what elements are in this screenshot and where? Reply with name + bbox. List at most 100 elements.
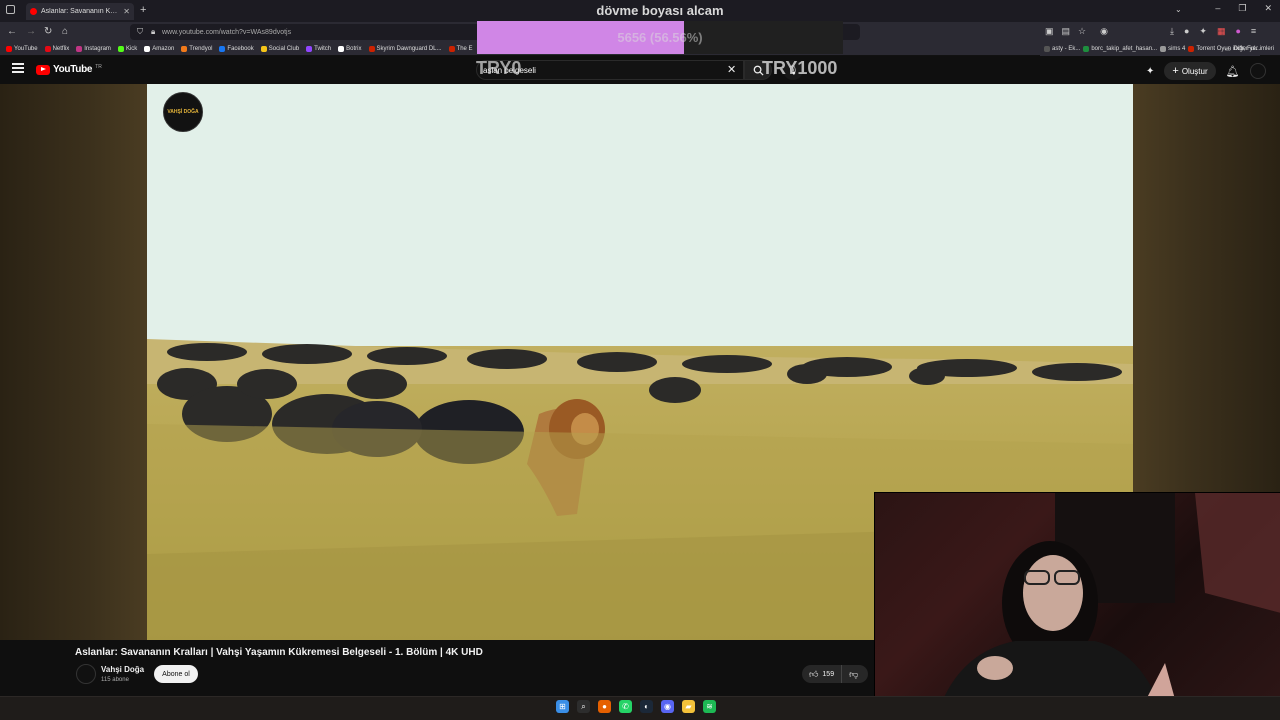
user-avatar[interactable] — [1249, 63, 1266, 79]
spotify-icon[interactable]: ≋ — [703, 700, 716, 713]
goal-start-amount: TRY0 — [476, 58, 522, 78]
streamer-webcam-image — [935, 493, 1280, 720]
close-window-icon[interactable]: ✕ — [1264, 3, 1272, 14]
picture-in-picture-icon[interactable]: ▣ — [1045, 26, 1054, 37]
bookmark-label: The E — [456, 45, 473, 52]
tab-close-icon[interactable]: ✕ — [123, 7, 130, 16]
forward-icon[interactable]: → — [26, 26, 36, 37]
restore-icon[interactable]: ❐ — [1238, 3, 1246, 14]
youtube-favicon-icon — [30, 8, 37, 15]
bookmark-label: YouTube — [14, 45, 38, 52]
bookmark-label: Social Club — [268, 45, 300, 52]
firefox-icon[interactable]: ● — [598, 700, 611, 713]
lock-icon[interactable]: 🔒︎ — [151, 27, 155, 37]
app-menu-icon[interactable]: ≡ — [1251, 26, 1256, 37]
bookmark-favicon-icon — [306, 45, 313, 52]
bookmark-label: Facebook — [227, 45, 254, 52]
whatsapp-icon[interactable]: ✆ — [619, 700, 632, 713]
youtube-play-icon — [36, 64, 50, 75]
url-bar-actions: ▣ ▤ ☆ ◉ — [1045, 26, 1108, 37]
channel-avatar[interactable] — [76, 664, 96, 684]
subscribe-button[interactable]: Abone ol — [154, 665, 198, 683]
screenshot-icon[interactable]: ◉ — [1100, 26, 1108, 37]
create-button[interactable]: + Oluştur — [1164, 62, 1216, 80]
tracking-shield-icon[interactable]: ⛉ — [137, 27, 143, 37]
reader-view-icon[interactable]: ▤ — [1062, 26, 1071, 37]
bookmark-11[interactable]: The E — [448, 45, 473, 52]
window-menu-icon[interactable] — [6, 5, 15, 14]
bookmark-favicon-icon — [338, 45, 345, 52]
bookmark-star-icon[interactable]: ☆ — [1078, 26, 1086, 37]
extensions-icon[interactable]: ✦ — [1199, 26, 1207, 37]
channel-name[interactable]: Vahşi Doğa — [101, 665, 144, 674]
reload-icon[interactable]: ↻ — [44, 26, 52, 37]
cast-icon[interactable]: ✦ — [1146, 66, 1154, 77]
bookmark-1[interactable]: Netflix — [44, 45, 69, 52]
bookmark-0[interactable]: YouTube — [6, 45, 38, 52]
like-count: 159 — [822, 670, 835, 678]
region-code: TR — [95, 64, 102, 70]
dislike-button[interactable]: 👎︎ — [842, 665, 865, 683]
youtube-logo[interactable]: YouTube TR — [36, 64, 102, 75]
bookmark-label: asty - Ek... — [1052, 46, 1081, 52]
bookmark-favicon-icon — [1160, 46, 1167, 52]
bookmark-right-1[interactable]: borc_takip_afet_hasan... — [1083, 46, 1157, 52]
bookmark-favicon-icon — [76, 45, 83, 52]
home-icon[interactable]: ⌂ — [62, 26, 68, 37]
new-tab-icon[interactable]: + — [140, 4, 146, 16]
bookmark-7[interactable]: Social Club — [260, 45, 300, 52]
bookmark-label: Instagram — [84, 45, 111, 52]
bookmark-label: Kick — [125, 45, 138, 52]
subscriber-count: 115 abone — [101, 677, 129, 683]
other-bookmarks[interactable]: ▭ Diğer yer imleri — [1225, 42, 1274, 56]
discord-icon[interactable]: ◉ — [661, 700, 674, 713]
bookmark-right-0[interactable]: asty - Ek... — [1044, 46, 1080, 52]
profile-icon[interactable]: ● — [1235, 26, 1240, 37]
bookmark-10[interactable]: Skyrim Dawnguard DL... — [368, 45, 442, 52]
ambient-right — [1133, 84, 1280, 494]
bookmark-favicon-icon — [1188, 46, 1195, 52]
bookmark-label: Trendyol — [189, 45, 213, 52]
ambient-left — [0, 84, 147, 640]
back-icon[interactable]: ← — [7, 26, 17, 37]
bookmark-favicon-icon — [6, 45, 12, 52]
extension-badge-icon[interactable]: ▦ — [1217, 26, 1226, 37]
bookmark-2[interactable]: Instagram — [76, 45, 111, 52]
tab-list-chevron-icon[interactable]: ⌄ — [1175, 5, 1182, 14]
bookmark-label: sims 4 — [1168, 46, 1186, 52]
minimize-icon[interactable]: – — [1215, 3, 1220, 14]
bookmark-favicon-icon — [219, 45, 226, 52]
tab-title: Aslanlar: Savananın Kralları | Va — [41, 8, 119, 15]
notifications-bell-icon[interactable]: 🔔︎ — [1226, 65, 1240, 78]
bookmark-favicon-icon — [1083, 46, 1090, 52]
hamburger-menu-icon[interactable] — [12, 63, 24, 73]
video-title: Aslanlar: Savananın Kralları | Vahşi Yaş… — [75, 647, 483, 658]
bookmark-4[interactable]: Amazon — [144, 45, 174, 52]
header-actions: ✦ + Oluştur 🔔︎ — [1146, 62, 1266, 80]
bookmark-6[interactable]: Facebook — [219, 45, 254, 52]
steam-icon[interactable]: ◐ — [640, 700, 653, 713]
goal-progress-text: 5656 (56.56%) — [617, 30, 703, 45]
goal-title: dövme boyası alcam — [596, 3, 724, 18]
bookmark-5[interactable]: Trendyol — [181, 45, 213, 52]
browser-tab[interactable]: Aslanlar: Savananın Kralları | Va ✕ — [26, 3, 134, 20]
bookmark-8[interactable]: Twitch — [306, 45, 332, 52]
search-icon[interactable]: ⌕ — [577, 700, 590, 713]
bookmark-3[interactable]: Kick — [117, 45, 138, 52]
clear-search-icon[interactable]: ✕ — [727, 63, 736, 76]
bookmark-label: borc_takip_afet_hasan... — [1091, 46, 1158, 52]
account-icon[interactable]: ● — [1184, 26, 1189, 37]
like-button[interactable]: 👍︎ 159 — [802, 665, 843, 683]
goal-target-amount: TRY1000 — [762, 58, 838, 78]
thumbs-down-icon: 👎︎ — [849, 668, 859, 679]
toolbar-right: ⤓ ● ✦ ▦ ● ≡ — [1170, 26, 1256, 37]
bookmark-label: Twitch — [314, 45, 332, 52]
downloads-icon[interactable]: ⤓ — [1170, 26, 1174, 37]
bookmark-9[interactable]: Botrix — [338, 45, 362, 52]
bookmark-right-2[interactable]: sims 4 — [1160, 46, 1185, 52]
channel-watermark[interactable]: VAHŞİ DOĞA — [163, 92, 203, 132]
taskbar-icons: ⊞ ⌕ ● ✆ ◐ ◉ ▰ ≋ — [556, 700, 716, 713]
bookmark-favicon-icon — [1044, 46, 1050, 52]
file-explorer-icon[interactable]: ▰ — [682, 700, 695, 713]
windows-start-icon[interactable]: ⊞ — [556, 700, 569, 713]
